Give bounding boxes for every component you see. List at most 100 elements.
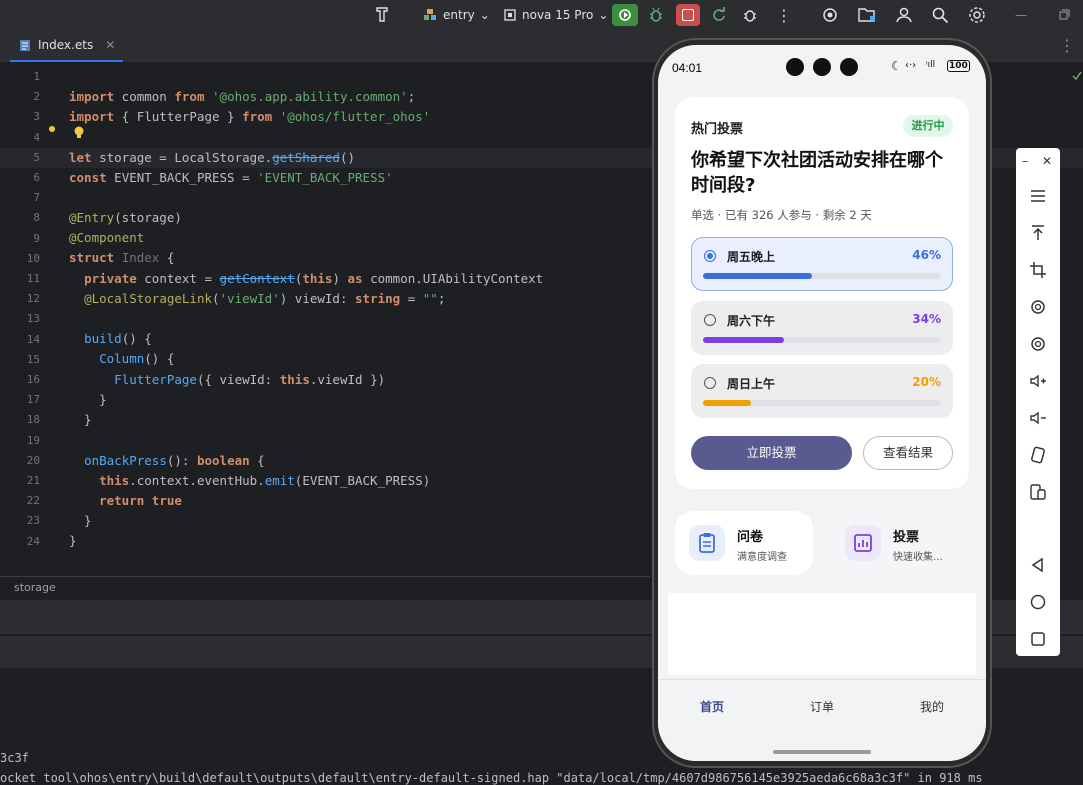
module-selector[interactable]: entry ⌄ [422, 0, 490, 30]
gear-icon[interactable] [968, 0, 986, 30]
camera-cutout [840, 58, 858, 76]
restore-icon[interactable] [1058, 0, 1070, 30]
code-line: import common from '@ohos.app.ability.co… [69, 89, 416, 104]
apply-changes-button[interactable] [711, 0, 727, 30]
profiler-button[interactable] [742, 0, 758, 30]
target-icon[interactable] [821, 0, 839, 30]
nav-item-home[interactable]: 首页 [700, 698, 724, 715]
line-number: 3 [33, 110, 40, 124]
poll-question: 你希望下次社团活动安排在哪个时间段? [691, 150, 943, 196]
home-icon[interactable] [1028, 592, 1048, 612]
poll-option[interactable]: 周六下午 34% [691, 301, 953, 355]
code-line: Column() { [99, 351, 175, 366]
option-percent: 34% [912, 312, 941, 326]
code-line: private context = getContext(this) as co… [84, 271, 544, 286]
minimize-icon[interactable]: — [1015, 0, 1027, 30]
line-number: 12 [26, 292, 40, 306]
progress-fill [703, 273, 813, 279]
view-results-button[interactable]: 查看结果 [863, 436, 953, 470]
code-line: struct Index { [69, 250, 175, 265]
progress-track [703, 273, 941, 279]
line-number: 1 [33, 70, 40, 83]
line-number: 11 [26, 272, 40, 285]
line-number: 21 [26, 474, 40, 487]
line-number: 16 [26, 373, 40, 386]
debug-button[interactable] [647, 0, 665, 30]
build-tool-icon[interactable] [373, 0, 393, 30]
ide-toolbar: entry ⌄ nova 15 Pro ⌄ ⋮ — [0, 0, 1083, 30]
poll-option[interactable]: 周日上午 20% [691, 364, 953, 418]
nav-item-me[interactable]: 我的 [920, 698, 944, 715]
rotate-right-icon[interactable] [1028, 334, 1048, 354]
feature-card-vote[interactable]: 投票 快速收集… [831, 511, 969, 575]
poll-header: 热门投票 [691, 122, 744, 137]
option-percent: 46% [912, 248, 941, 262]
radio-icon[interactable] [704, 377, 716, 389]
menu-icon[interactable] [1028, 186, 1048, 206]
code-line: } [69, 392, 107, 407]
code-line: const EVENT_BACK_PRESS = 'EVENT_BACK_PRE… [69, 170, 393, 185]
code-line: onBackPress(): boolean { [84, 453, 265, 468]
minimize-icon[interactable]: – [1022, 154, 1028, 168]
device-label: nova 15 Pro [522, 8, 594, 22]
breadcrumb[interactable]: storage [0, 576, 650, 598]
phone-screen[interactable]: 04:01 ☾ ‹·› ᵎıll 100 热门投票 进行中 你希望下次社团活动安… [658, 45, 986, 761]
line-number: 2 [33, 90, 40, 104]
folder-icon[interactable] [857, 0, 877, 30]
user-icon[interactable] [895, 0, 913, 30]
line-number: 7 [33, 191, 40, 205]
home-indicator[interactable] [773, 750, 871, 754]
more-vertical-icon[interactable]: ⋮ [776, 0, 792, 30]
multi-device-icon[interactable] [1028, 482, 1048, 502]
module-icon [424, 9, 436, 20]
line-number: 15 [26, 352, 40, 366]
radio-selected-icon[interactable] [704, 250, 716, 262]
line-number: 5 [33, 150, 40, 164]
close-icon[interactable]: ✕ [1042, 154, 1052, 168]
chevron-down-icon: ⌄ [479, 8, 490, 22]
recents-icon[interactable] [1028, 629, 1048, 649]
code-line: @Entry(storage) [69, 210, 182, 225]
nav-item-orders[interactable]: 订单 [810, 698, 834, 715]
feature-card-survey[interactable]: 问卷 满意度调查 [675, 511, 813, 575]
tab-index-ets[interactable]: Index.ets ✕ [10, 30, 124, 62]
progress-track [703, 400, 941, 406]
stop-button[interactable] [676, 0, 700, 30]
rotate-device-icon[interactable] [1028, 445, 1048, 465]
poll-option[interactable]: 周五晚上 46% [691, 237, 953, 291]
run-button[interactable] [612, 0, 638, 30]
rotate-left-icon[interactable] [1028, 297, 1048, 317]
option-label: 周日上午 [727, 377, 776, 391]
close-icon[interactable]: ✕ [105, 38, 115, 52]
vote-button[interactable]: 立即投票 [691, 436, 852, 470]
line-number: 9 [33, 231, 40, 245]
more-vertical-icon[interactable]: ⋮ [1059, 36, 1075, 55]
emulator-side-panel: – ✕ [1016, 148, 1060, 656]
radio-icon[interactable] [704, 314, 716, 326]
code-line: } [69, 533, 77, 548]
bug-settings-icon [744, 10, 756, 22]
search-icon[interactable] [931, 0, 949, 30]
line-number: 19 [26, 433, 40, 447]
line-number: 18 [26, 413, 40, 427]
progress-fill [703, 400, 751, 406]
line-number: 10 [26, 251, 40, 265]
moon-icon: ☾ [891, 59, 902, 73]
option-label: 周五晚上 [727, 250, 776, 264]
code-line: } [69, 513, 92, 528]
chevron-down-icon: ⌄ [598, 8, 609, 22]
feature-title: 问卷 [737, 530, 764, 545]
lightbulb-icon[interactable] [72, 125, 86, 141]
device-selector[interactable]: nova 15 Pro ⌄ [503, 0, 608, 30]
volume-up-icon[interactable] [1028, 371, 1048, 391]
volume-down-icon[interactable] [1028, 408, 1048, 428]
status-bar: 04:01 ☾ ‹·› ᵎıll 100 [658, 45, 986, 89]
line-number: 8 [33, 211, 40, 225]
lightbulb-icon[interactable] [48, 125, 56, 133]
line-number: 24 [26, 534, 40, 548]
pin-top-icon[interactable] [1028, 223, 1048, 243]
back-icon[interactable] [1028, 555, 1048, 575]
option-percent: 20% [912, 375, 941, 389]
crop-icon[interactable] [1028, 260, 1048, 280]
line-number: 23 [26, 514, 40, 528]
